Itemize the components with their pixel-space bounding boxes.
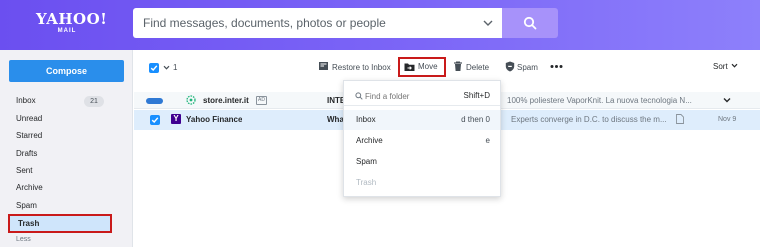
more-options-icon[interactable]	[550, 64, 563, 69]
message-sender: store.inter.it	[203, 96, 249, 105]
delete-button[interactable]: Delete	[466, 62, 489, 74]
folder-move-icon	[404, 63, 415, 71]
logo-subtitle: MAIL	[57, 28, 77, 34]
sidebar-item-trash-label: Trash	[18, 219, 40, 228]
compose-button[interactable]: Compose	[9, 60, 124, 82]
menu-item-trash: Trash	[344, 173, 500, 193]
trash-icon	[454, 61, 462, 71]
search-icon	[355, 92, 363, 100]
inbox-count-badge: 21	[84, 96, 104, 107]
chevron-down-icon[interactable]	[731, 62, 738, 69]
menu-item-label: Inbox	[356, 115, 376, 124]
menu-item-label: Trash	[356, 178, 377, 187]
chevron-down-icon[interactable]	[482, 17, 494, 29]
sidebar-item-sent[interactable]: Sent	[16, 164, 104, 178]
menu-item-label: Archive	[356, 136, 383, 145]
folder-search-input[interactable]	[365, 89, 455, 103]
sidebar-less-link[interactable]: Less	[16, 236, 31, 243]
search-box	[133, 8, 502, 38]
sidebar-item-spam[interactable]: Spam	[16, 199, 104, 213]
sidebar-item-trash[interactable]: Trash	[8, 214, 112, 233]
menu-item-label: Spam	[356, 157, 377, 166]
chevron-down-icon[interactable]	[723, 96, 731, 104]
folder-search-shortcut: Shift+D	[463, 91, 490, 100]
selected-count: 1	[173, 63, 178, 72]
message-preview: Experts converge in D.C. to discuss the …	[511, 115, 667, 124]
menu-item-shortcut: e	[485, 136, 490, 145]
spam-button[interactable]: Spam	[517, 62, 538, 74]
menu-item-archive[interactable]: Archive e	[344, 131, 500, 151]
document-icon	[676, 114, 684, 124]
message-preview: 100% poliestere VaporKnit. La nuova tecn…	[507, 96, 692, 105]
select-all-checkbox[interactable]	[149, 63, 159, 73]
message-subject: INTE	[327, 96, 343, 105]
move-folder-menu: Shift+D Inbox d then 0 Archive e Spam Tr…	[343, 80, 501, 197]
sidebar-item-unread[interactable]: Unread	[16, 112, 104, 126]
menu-divider	[344, 105, 500, 106]
search-button[interactable]	[502, 8, 558, 38]
restore-inbox-icon	[319, 62, 328, 70]
message-sender: Yahoo Finance	[186, 115, 243, 124]
menu-item-spam[interactable]: Spam	[344, 152, 500, 172]
menu-item-shortcut: d then 0	[461, 115, 490, 124]
search-input[interactable]	[133, 8, 463, 38]
shield-icon	[505, 61, 515, 72]
search-icon	[523, 16, 537, 30]
checkmark-icon	[151, 117, 159, 124]
message-subject: What	[327, 115, 343, 124]
ad-indicator-icon	[146, 98, 163, 104]
message-date: Nov 9	[718, 116, 737, 123]
logo-wordmark: YAHOO!	[36, 10, 108, 28]
restore-to-inbox-button[interactable]: Restore to Inbox	[332, 62, 391, 74]
sidebar-item-drafts[interactable]: Drafts	[16, 147, 104, 161]
yahoo-sender-avatar: Y	[171, 114, 181, 124]
sidebar-item-archive[interactable]: Archive	[16, 181, 104, 195]
app-header: YAHOO! MAIL	[0, 0, 760, 50]
move-button[interactable]: Move	[398, 57, 446, 77]
sidebar-item-starred[interactable]: Starred	[16, 129, 104, 143]
ad-tag: AD	[256, 96, 267, 105]
yahoo-mail-logo[interactable]: YAHOO! MAIL	[36, 10, 108, 35]
move-button-label: Move	[418, 62, 438, 71]
sender-logo-icon	[186, 95, 196, 105]
checkmark-icon	[150, 65, 158, 72]
message-checkbox[interactable]	[150, 115, 160, 125]
sort-button[interactable]: Sort	[713, 61, 728, 73]
chevron-down-icon[interactable]	[163, 64, 170, 71]
menu-item-inbox[interactable]: Inbox d then 0	[344, 110, 500, 130]
